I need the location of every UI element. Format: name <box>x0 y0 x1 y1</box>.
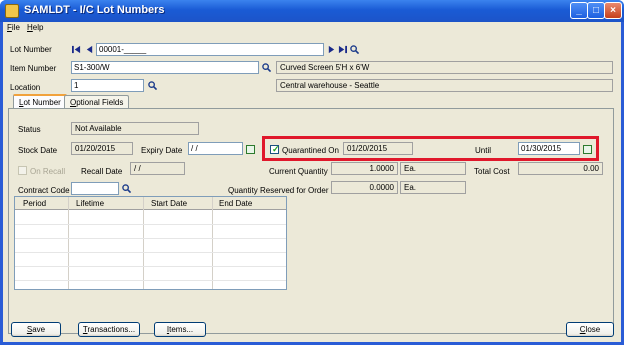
minimize-icon[interactable]: _ <box>570 2 588 19</box>
save-button[interactable]: Save <box>11 322 61 337</box>
contract-code-label: Contract Code <box>18 186 70 195</box>
maximize-icon[interactable]: □ <box>587 2 605 19</box>
qty-reserved-label: Quantity Reserved for Order <box>228 186 329 195</box>
expiry-date-label: Expiry Date <box>141 146 183 155</box>
status-value: Not Available <box>71 122 199 135</box>
recall-date-label: Recall Date <box>81 167 123 176</box>
contract-finder-icon[interactable] <box>122 184 131 193</box>
next-record-icon[interactable] <box>327 45 336 54</box>
qty-reserved-value: 0.0000 <box>331 181 398 194</box>
location-description: Central warehouse - Seattle <box>276 79 613 92</box>
expiry-date-input[interactable]: / / <box>188 142 243 155</box>
previous-record-icon[interactable] <box>85 45 94 54</box>
lot-number-input[interactable]: 00001-_____ <box>96 43 324 56</box>
grid-row-line <box>15 252 286 253</box>
window-title: SAMLDT - I/C Lot Numbers <box>24 4 165 16</box>
current-quantity-label: Current Quantity <box>269 167 328 176</box>
total-cost-value: 0.00 <box>518 162 603 175</box>
on-recall-label: On Recall <box>30 167 66 176</box>
grid-row-line <box>15 266 286 267</box>
grid-column-end-date[interactable]: End Date <box>219 199 252 208</box>
window-app-icon <box>5 4 19 18</box>
recall-date-value: / / <box>130 162 185 175</box>
title-bar[interactable]: SAMLDT - I/C Lot Numbers _ □ × <box>0 0 624 22</box>
grid-column-divider <box>68 197 69 289</box>
last-record-icon[interactable] <box>338 45 347 54</box>
menu-help[interactable]: Help <box>27 23 43 32</box>
status-label: Status <box>18 125 41 134</box>
total-cost-label: Total Cost <box>474 167 510 176</box>
grid-column-divider <box>143 197 144 289</box>
expiry-calendar-icon[interactable] <box>246 145 255 154</box>
grid-row-line <box>15 224 286 225</box>
grid-row-line <box>15 238 286 239</box>
lot-number-label: Lot Number <box>10 45 52 54</box>
warranty-grid[interactable]: Period Lifetime Start Date End Date <box>14 196 287 290</box>
current-quantity-value: 1.0000 <box>331 162 398 175</box>
contract-code-input[interactable] <box>71 182 119 195</box>
stock-date-label: Stock Date <box>18 146 58 155</box>
transactions-button[interactable]: Transactions... <box>78 322 140 337</box>
stock-date-value: 01/20/2015 <box>71 142 133 155</box>
window-client-area: File Help Lot Number 00001-_____ Item Nu… <box>3 22 621 342</box>
items-button[interactable]: Items... <box>154 322 206 337</box>
close-button[interactable]: Close <box>566 322 614 337</box>
grid-column-divider <box>212 197 213 289</box>
current-quantity-unit: Ea. <box>400 162 466 175</box>
grid-header: Period Lifetime Start Date End Date <box>15 197 286 210</box>
location-finder-icon[interactable] <box>148 81 157 90</box>
on-recall-checkbox[interactable] <box>18 166 27 175</box>
quarantine-highlight-box <box>262 136 599 161</box>
lot-finder-icon[interactable] <box>350 45 359 54</box>
application-window: SAMLDT - I/C Lot Numbers _ □ × File Help… <box>0 0 624 345</box>
location-label: Location <box>10 83 41 92</box>
item-number-input[interactable]: S1-300/W <box>71 61 259 74</box>
grid-row-line <box>15 280 286 281</box>
item-finder-icon[interactable] <box>262 63 271 72</box>
item-description: Curved Screen 5'H x 6'W <box>276 61 613 74</box>
qty-reserved-unit: Ea. <box>400 181 466 194</box>
close-icon[interactable]: × <box>604 2 622 19</box>
grid-column-period[interactable]: Period <box>23 199 46 208</box>
menu-bar: File Help <box>3 22 621 34</box>
first-record-icon[interactable] <box>72 45 81 54</box>
item-number-label: Item Number <box>10 64 57 73</box>
grid-column-start-date[interactable]: Start Date <box>151 199 187 208</box>
menu-file[interactable]: File <box>7 23 20 32</box>
grid-column-lifetime[interactable]: Lifetime <box>76 199 104 208</box>
location-input[interactable]: 1 <box>71 79 144 92</box>
tab-optional-fields[interactable]: Optional Fields <box>64 95 130 109</box>
